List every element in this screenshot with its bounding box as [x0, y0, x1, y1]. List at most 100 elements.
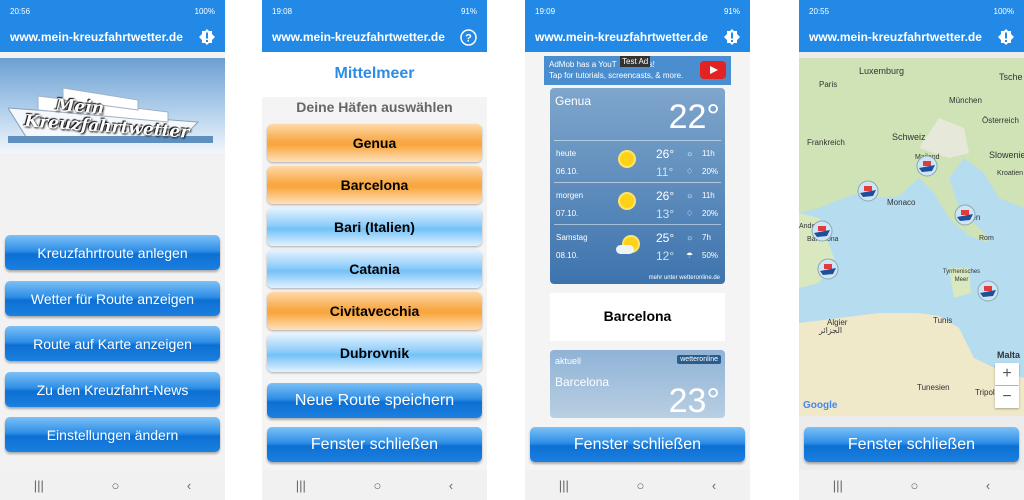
map-label: Luxemburg [859, 66, 905, 76]
weather-card-genua[interactable]: Genua 22° heute 06.10. 26° 11° ☼ 11h ♢ 2… [550, 88, 725, 284]
forecast-row: heute 06.10. 26° 11° ☼ 11h ♢ 20% [554, 140, 721, 182]
port-option[interactable]: Civitavecchia [267, 292, 482, 330]
map-label: Frankreich [807, 138, 845, 147]
zoom-out-button[interactable]: − [995, 386, 1019, 408]
map-label: الجزائر [819, 326, 843, 335]
sea-region-title: Mittelmeer [262, 52, 487, 97]
back-icon[interactable]: ‹ [187, 478, 191, 493]
home-icon[interactable]: ○ [910, 478, 918, 493]
back-icon[interactable]: ‹ [986, 478, 990, 493]
settings-button[interactable]: Einstellungen ändern [5, 417, 220, 452]
sunny-icon [620, 194, 634, 208]
svg-text:?: ? [465, 32, 472, 44]
sunny-icon [620, 152, 634, 166]
forecast-row: morgen 07.10. 26° 13° ☼ 11h ♢ 20% [554, 182, 721, 224]
weather-source-link[interactable]: mehr unter wetteronline.de [649, 275, 720, 281]
alert-icon[interactable] [997, 29, 1014, 46]
map-label: Monaco [887, 198, 916, 207]
recent-apps-icon[interactable]: ||| [296, 478, 306, 493]
forecast-low: 12° [656, 249, 675, 263]
app-bar: www.mein-kreuzfahrtwetter.de ? [262, 22, 487, 52]
system-nav-bar: ||| ○ ‹ [0, 470, 225, 500]
close-window-button[interactable]: Fenster schließen [267, 427, 482, 462]
phone-screen-route-weather: 19:09 91% www.mein-kreuzfahrtwetter.de A… [525, 0, 750, 500]
ship-marker-icon[interactable] [857, 180, 879, 202]
weather-current-temp: 23° [668, 382, 720, 418]
map-label: Paris [819, 80, 838, 89]
route-weather-button[interactable]: Wetter für Route anzeigen [5, 281, 220, 316]
port-option[interactable]: Barcelona [267, 166, 482, 204]
weather-card-barcelona[interactable]: aktuell Barcelona wetteronline 23° [550, 350, 725, 418]
ship-marker-icon[interactable] [954, 204, 976, 226]
ship-marker-icon[interactable] [916, 155, 938, 177]
app-banner-image: Mein Kreuzfahrtwetter [0, 58, 225, 153]
ad-banner[interactable]: AdMob has a YouT s! Tap for tutorials, sc… [544, 56, 731, 85]
ship-marker-icon[interactable] [811, 220, 833, 242]
forecast-low: 13° [656, 207, 675, 221]
map-label: Österreich [982, 116, 1019, 125]
status-time: 19:09 [535, 6, 556, 16]
port-option[interactable]: Genua [267, 124, 482, 162]
recent-apps-icon[interactable]: ||| [559, 478, 569, 493]
raindrop-icon: ♢ [686, 209, 694, 218]
sun-hours: 7h [702, 233, 711, 242]
status-battery: 100% [194, 6, 215, 16]
weather-city: Genua [555, 94, 592, 108]
port-option[interactable]: Dubrovnik [267, 334, 482, 372]
map-label: Kroatien [997, 170, 1024, 177]
choose-ports-heading: Deine Häfen auswählen [296, 99, 453, 115]
create-route-button[interactable]: Kreuzfahrtroute anlegen [5, 235, 220, 270]
map-label: München [949, 96, 982, 105]
status-bar: 20:56 100% [0, 0, 225, 22]
ship-marker-icon[interactable] [977, 280, 999, 302]
ad-text-line1: AdMob has a YouT [549, 60, 617, 69]
recent-apps-icon[interactable]: ||| [833, 478, 843, 493]
raindrop-icon: ♢ [686, 167, 694, 176]
forecast-day: Samstag [556, 233, 588, 242]
forecast-date: 06.10. [556, 167, 579, 176]
ship-marker-icon[interactable] [817, 258, 839, 280]
phone-screen-port-selection: 19:08 91% www.mein-kreuzfahrtwetter.de ?… [262, 0, 487, 500]
forecast-day: heute [556, 149, 577, 158]
zoom-in-button[interactable]: + [995, 363, 1019, 385]
forecast-day: morgen [556, 191, 584, 200]
forecast-row: Samstag 08.10. 25° 12° ☼ 7h ☂ 50% [554, 224, 721, 266]
weather-current-label: aktuell [555, 356, 582, 366]
alert-icon[interactable] [198, 29, 215, 46]
help-icon[interactable]: ? [460, 28, 477, 46]
route-map[interactable]: Luxemburg Tsche Paris München Österreich… [799, 58, 1024, 416]
status-battery: 100% [993, 6, 1014, 16]
back-icon[interactable]: ‹ [449, 478, 453, 493]
port-option[interactable]: Catania [267, 250, 482, 288]
close-window-button[interactable]: Fenster schließen [530, 427, 745, 462]
rain-probability: 20% [702, 167, 719, 176]
home-icon[interactable]: ○ [373, 478, 381, 493]
phone-screen-main-menu: 20:56 100% www.mein-kreuzfahrtwetter.de … [0, 0, 225, 500]
home-icon[interactable]: ○ [111, 478, 119, 493]
sun-icon: ☼ [686, 233, 694, 242]
app-bar: www.mein-kreuzfahrtwetter.de [0, 22, 225, 52]
map-label: Rom [979, 235, 994, 242]
sun-hours: 11h [702, 191, 715, 200]
recent-apps-icon[interactable]: ||| [34, 478, 44, 493]
system-nav-bar: ||| ○ ‹ [262, 470, 487, 500]
route-map-button[interactable]: Route auf Karte anzeigen [5, 326, 220, 361]
youtube-play-icon [700, 61, 726, 79]
weather-current-temp: 22° [668, 98, 720, 136]
port-option[interactable]: Bari (Italien) [267, 208, 482, 246]
home-icon[interactable]: ○ [636, 478, 644, 493]
sun-hours: 11h [702, 149, 715, 158]
status-battery: 91% [460, 6, 477, 16]
status-time: 20:55 [809, 6, 830, 16]
umbrella-icon: ☂ [686, 251, 694, 260]
rain-probability: 20% [702, 209, 719, 218]
app-bar: www.mein-kreuzfahrtwetter.de [525, 22, 750, 52]
save-route-button[interactable]: Neue Route speichern [267, 383, 482, 418]
cruise-news-button[interactable]: Zu den Kreuzfahrt-News [5, 372, 220, 407]
back-icon[interactable]: ‹ [712, 478, 716, 493]
rain-probability: 50% [702, 251, 719, 260]
alert-icon[interactable] [723, 29, 740, 46]
map-label: Slowenie [989, 150, 1024, 160]
test-ad-tag: Test Ad [620, 56, 651, 67]
close-window-button[interactable]: Fenster schließen [804, 427, 1019, 462]
